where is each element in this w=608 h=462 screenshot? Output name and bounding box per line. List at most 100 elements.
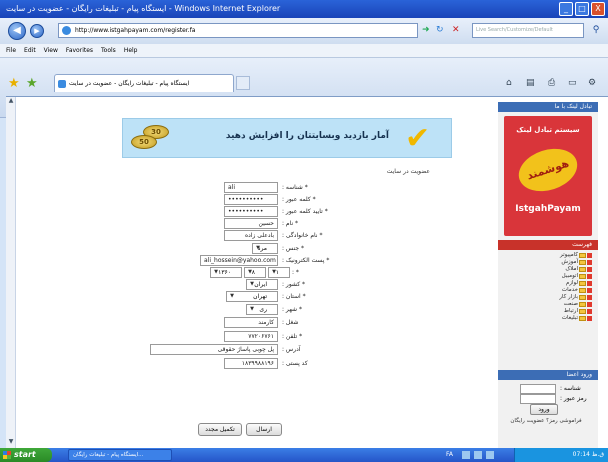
add-favorites-icon[interactable]: ★: [26, 76, 38, 91]
folder-icon: [579, 253, 586, 258]
login-username-input[interactable]: [520, 384, 556, 394]
birth-year-select[interactable]: ▼ ۱۳۶۰: [210, 267, 242, 278]
coins-icon: 30 50: [131, 125, 175, 151]
volume-icon[interactable]: [474, 451, 482, 459]
lastname-input[interactable]: بادعلی زاده: [224, 230, 278, 241]
search-icon[interactable]: ⚲: [588, 23, 604, 38]
login-username-label: شناسه :: [560, 385, 581, 392]
form-row-confirm: •••••••••• * تایید کلمه عبور :: [200, 206, 350, 218]
category-label: بازار کار: [559, 294, 578, 300]
tab-register[interactable]: ایستگاه پیام - تبلیغات رایگان - عضویت در…: [54, 74, 234, 92]
phone-input[interactable]: ۷۷۲۰۶۷۶۱: [224, 331, 278, 342]
home-icon[interactable]: ⌂: [506, 76, 512, 90]
scroll-down-icon[interactable]: ▼: [6, 438, 16, 448]
province-select[interactable]: ▼ تهران: [226, 291, 278, 302]
menu-help[interactable]: Help: [124, 44, 138, 57]
tools-menu-icon[interactable]: ⚙: [588, 76, 596, 90]
confirm-password-input[interactable]: ••••••••••: [224, 206, 278, 217]
category-item[interactable]: لوازم: [506, 280, 592, 287]
phone-label: * تلفن :: [282, 333, 303, 340]
menu-bar: File Edit View Favorites Tools Help: [0, 44, 608, 58]
category-item[interactable]: تبلیغات: [506, 315, 592, 322]
close-button[interactable]: X: [591, 2, 605, 16]
password-input[interactable]: ••••••••••: [224, 194, 278, 205]
login-button[interactable]: ورود: [530, 404, 558, 415]
network-icon[interactable]: [462, 451, 470, 459]
gender-select[interactable]: ▼ مرد: [252, 243, 278, 254]
category-item[interactable]: کامپیوتر: [506, 252, 592, 259]
category-item[interactable]: اتومبیل: [506, 273, 592, 280]
ie-page-icon: [62, 26, 71, 35]
language-indicator[interactable]: FA: [446, 448, 453, 462]
folder-icon: [579, 316, 586, 321]
form-row-firstname: حسین * نام :: [200, 218, 340, 230]
category-label: لوازم: [565, 280, 578, 286]
feeds-icon[interactable]: ▤: [526, 76, 535, 90]
postal-input[interactable]: ۱۸۳۹۹۸۸۱۹۶: [224, 358, 278, 369]
email-input[interactable]: ali_hossein@yahoo.com: [200, 255, 278, 266]
print-icon[interactable]: ⎙: [548, 76, 555, 90]
city-label: * شهر :: [282, 306, 302, 313]
form-row-lastname: بادعلی زاده * نام خانوادگی :: [200, 230, 350, 242]
country-value: ایران: [254, 281, 267, 288]
link-exchange-logo[interactable]: سیستم تبادل لینک هوشمند IstgahPayam: [504, 116, 592, 236]
category-item[interactable]: آموزش: [506, 259, 592, 266]
categories-header: فهرست: [498, 240, 598, 250]
birth-month-select[interactable]: ▼ ۰۸: [244, 267, 266, 278]
system-tray: 07:14 ق.ظ: [514, 448, 608, 462]
birth-day-select[interactable]: ▼ ۰۱: [268, 267, 290, 278]
province-value: تهران: [253, 293, 267, 300]
menu-tools[interactable]: Tools: [101, 44, 116, 57]
form-row-password: •••••••••• * کلمه عبور :: [200, 194, 340, 206]
maximize-button[interactable]: □: [575, 2, 589, 16]
category-item[interactable]: ارتباط: [506, 308, 592, 315]
chevron-down-icon: ▼: [214, 269, 218, 275]
menu-file[interactable]: File: [6, 44, 16, 57]
page-menu-icon[interactable]: ▭: [568, 76, 577, 90]
exchange-header: تبادل لینک با ما: [498, 102, 598, 112]
search-input[interactable]: Live Search/Customize/Default: [472, 23, 584, 38]
minimize-button[interactable]: _: [559, 2, 573, 16]
city-select[interactable]: ▼ ری: [246, 304, 278, 315]
favorites-star-icon[interactable]: ★: [8, 76, 20, 91]
address-input[interactable]: http://www.istgahpayam.com/register.fa: [58, 23, 418, 38]
login-password-input[interactable]: [520, 394, 556, 404]
menu-edit[interactable]: Edit: [24, 44, 36, 57]
address-field[interactable]: پل چوبی پاساژ حقوقی: [150, 344, 278, 355]
folder-icon: [579, 295, 586, 300]
scroll-up-icon[interactable]: ▲: [6, 97, 16, 107]
stop-icon[interactable]: ✕: [452, 23, 460, 38]
country-select[interactable]: ▼ ایران: [246, 279, 278, 290]
help-icon[interactable]: [486, 451, 494, 459]
go-icon[interactable]: ➜: [422, 23, 430, 38]
bullet-icon: [587, 260, 592, 265]
bullet-icon: [587, 295, 592, 300]
forgot-password-link[interactable]: فراموشی رمز؟ عضویت رایگان: [500, 418, 592, 425]
category-item[interactable]: بازار کار: [506, 294, 592, 301]
firstname-input[interactable]: حسین: [224, 218, 278, 229]
username-input[interactable]: ali: [224, 182, 278, 193]
ad-banner[interactable]: 30 50 آمار بازدید وبسایتتان را افزایش ده…: [122, 118, 452, 158]
country-label: * کشور :: [282, 281, 306, 288]
menu-favorites[interactable]: Favorites: [66, 44, 93, 57]
taskbar-window-item[interactable]: ایستگاه پیام - تبلیغات رایگان...: [68, 449, 172, 461]
category-item[interactable]: املاک: [506, 266, 592, 273]
reset-button[interactable]: تکمیل مجدد: [198, 423, 242, 436]
folder-icon: [579, 302, 586, 307]
email-label: * پست الکترونیک :: [282, 257, 330, 264]
back-button[interactable]: ◀: [8, 22, 26, 40]
refresh-icon[interactable]: ↻: [436, 23, 444, 38]
submit-button[interactable]: ارسال: [246, 423, 282, 436]
gender-label: * جنس :: [282, 245, 305, 252]
menu-view[interactable]: View: [44, 44, 58, 57]
category-item[interactable]: خدمات: [506, 287, 592, 294]
form-row-email: ali_hossein@yahoo.com * پست الکترونیک :: [200, 255, 360, 267]
category-item[interactable]: صنعت: [506, 301, 592, 308]
job-input[interactable]: کارمند: [224, 317, 278, 328]
forward-button[interactable]: ▶: [30, 24, 44, 38]
new-tab-button[interactable]: [236, 76, 250, 90]
folder-icon: [579, 309, 586, 314]
start-button[interactable]: start: [0, 448, 52, 462]
category-list: کامپیوتر آموزش املاک اتومبیل لوازم خدمات…: [506, 252, 592, 322]
vertical-scrollbar[interactable]: ▲ ▼: [6, 97, 16, 448]
